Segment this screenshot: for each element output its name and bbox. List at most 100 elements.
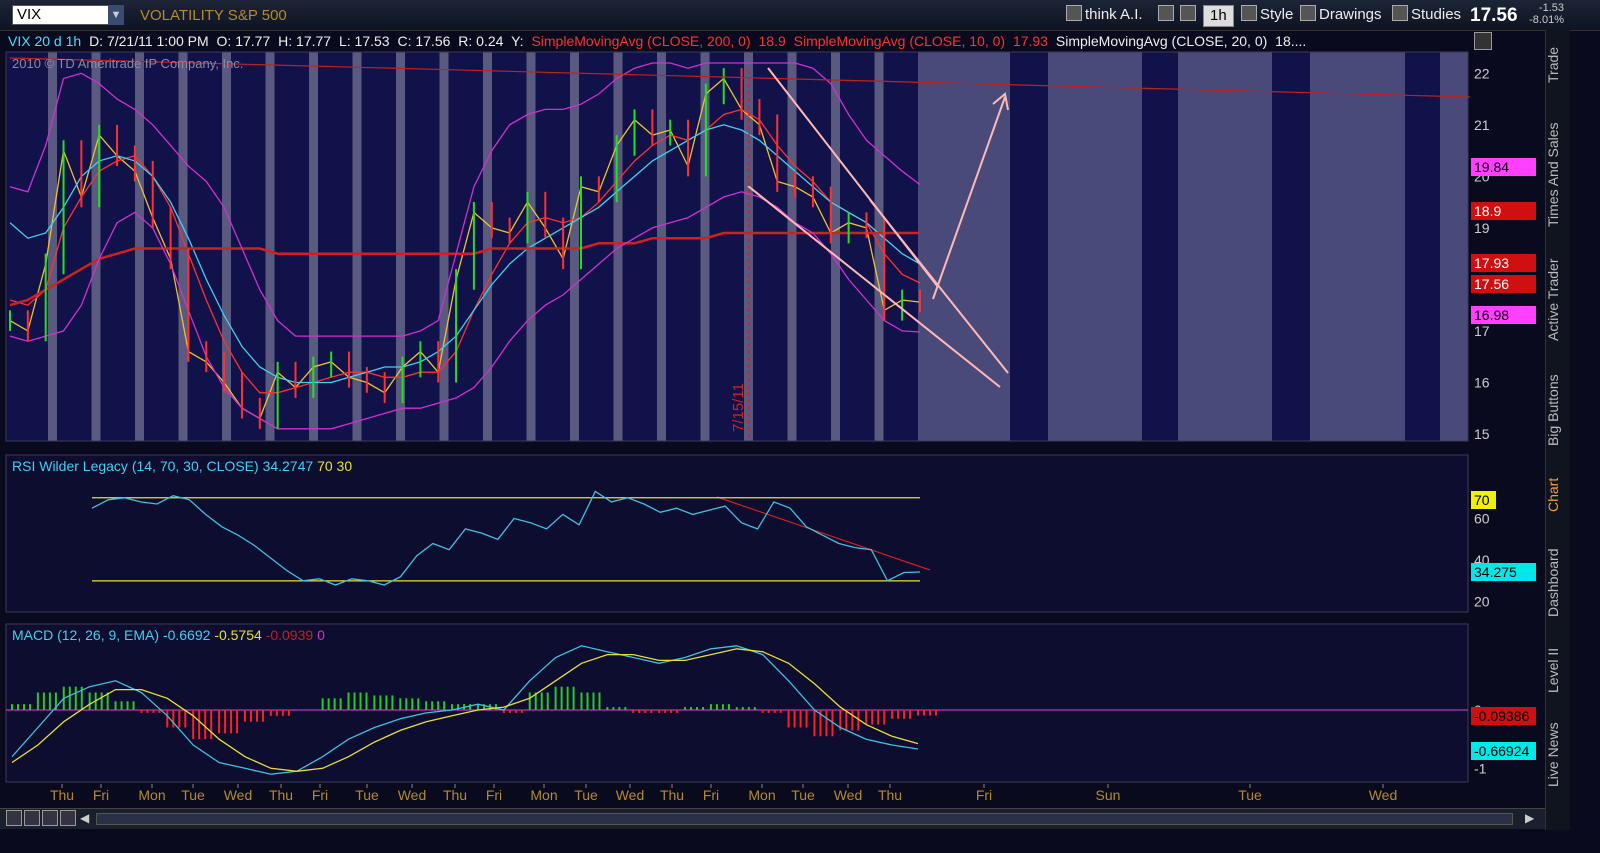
date-marker-label: 7/15/11 (730, 383, 747, 432)
style-button[interactable]: Style (1241, 5, 1293, 25)
chart-canvas: 1516171819202122 204060 0-1 ThuFriMonTue… (5, 51, 1490, 806)
expand-icon[interactable] (6, 810, 22, 826)
price-tick-label: 19 (1474, 220, 1490, 236)
rsi-ob-pill: 70 (1471, 491, 1496, 509)
x-tick-label: Thu (443, 787, 467, 803)
x-tick-label: Fri (93, 787, 109, 803)
macd-title: MACD (12, 26, 9, EMA) (12, 627, 160, 643)
session-stripe (91, 52, 101, 441)
x-tick-label: Fri (703, 787, 719, 803)
change-value: -1.53 (1538, 2, 1564, 14)
think-ai-button[interactable]: think A.I. (1066, 5, 1143, 25)
bb-upper-pill: 19.84 (1471, 158, 1536, 176)
x-tick-label: Mon (748, 787, 775, 803)
chart-settings-icon[interactable] (1474, 32, 1492, 50)
drawings-button[interactable]: Drawings (1300, 5, 1382, 25)
price-change: -1.53 -8.01% (1524, 2, 1564, 26)
info-high: H: 17.77 (278, 33, 332, 49)
sidebar-tab-level-ii[interactable]: Level II (1545, 640, 1569, 700)
x-tick-label: Mon (530, 787, 557, 803)
drawings-label: Drawings (1319, 6, 1382, 23)
think-label: think A.I. (1085, 6, 1143, 23)
x-tick-label: Wed (834, 787, 863, 803)
x-tick-label: Thu (269, 787, 293, 803)
rsi-pane-frame (5, 454, 1469, 613)
sidebar-tab-trade[interactable]: Trade (1545, 35, 1569, 95)
macd-value-pill: -0.66924 (1471, 742, 1536, 760)
crosshair-button[interactable] (1158, 5, 1177, 25)
future-session-block (1178, 52, 1272, 441)
x-tick-label: Fri (486, 787, 502, 803)
crosshair-icon (1158, 5, 1174, 21)
rsi-value-pill: 34.275 (1471, 563, 1536, 581)
sidebar-tab-active-trader[interactable]: Active Trader (1545, 250, 1569, 350)
macd-diff: -0.0939 (265, 627, 314, 643)
zoom-button[interactable] (1180, 5, 1199, 25)
chart-info-bar: VIX 20 d 1h D: 7/21/11 1:00 PM O: 17.77 … (8, 32, 1468, 50)
x-tick-label: Wed (616, 787, 645, 803)
rsi-tick-label: 20 (1474, 594, 1490, 610)
timeframe-button[interactable]: 1h (1203, 5, 1234, 27)
macd-title-bar: MACD (12, 26, 9, EMA) -0.6692 -0.5754 -0… (12, 627, 325, 643)
rsi-tick-label: 60 (1474, 511, 1490, 527)
price-tick-label: 16 (1474, 374, 1490, 390)
chart-label: VIX 20 d 1h (8, 33, 82, 49)
sma200-pill: 18.9 (1471, 202, 1536, 220)
studies-button[interactable]: Studies (1392, 5, 1461, 25)
sma20-value: 18.... (1275, 33, 1307, 49)
symbol-input[interactable]: VIX (12, 5, 110, 25)
studies-label: Studies (1411, 6, 1462, 23)
future-session-block (918, 52, 1010, 441)
sidebar-tab-live-news[interactable]: Live News (1545, 715, 1569, 795)
session-stripe (483, 52, 492, 441)
scroll-thumb[interactable] (96, 813, 1513, 825)
scroll-left-icon[interactable]: ◀ (80, 811, 89, 825)
sidebar-tab-times-and-sales[interactable]: Times And Sales (1545, 110, 1569, 240)
zoom-in-icon[interactable] (24, 810, 40, 826)
change-percent: -8.01% (1529, 14, 1564, 26)
scroll-right-icon[interactable]: ▶ (1525, 811, 1534, 825)
macd-value: -0.6692 (162, 627, 211, 643)
macd-diff-pill: -0.09386 (1471, 707, 1536, 725)
x-tick-label: Tue (355, 787, 379, 803)
future-session-block (1310, 52, 1405, 441)
symbol-dropdown-icon[interactable]: ▼ (108, 5, 124, 25)
price-tick-label: 21 (1474, 117, 1490, 133)
x-tick-label: Tue (1238, 787, 1262, 803)
sma200-label: SimpleMovingAvg (CLOSE, 200, 0) (531, 33, 751, 49)
sma10-value: 17.93 (1012, 33, 1048, 49)
sidebar-tab-big-buttons[interactable]: Big Buttons (1545, 365, 1569, 455)
x-tick-label: Wed (1369, 787, 1398, 803)
macd-zero: 0 (317, 627, 325, 643)
sma200-value: 18.9 (758, 33, 786, 49)
last-price: 17.56 (1470, 5, 1518, 26)
x-tick-label: Tue (574, 787, 598, 803)
info-open: O: 17.77 (216, 33, 271, 49)
x-tick-label: Wed (224, 787, 253, 803)
rsi-value: 34.2747 (262, 458, 314, 474)
session-stripe (396, 52, 405, 441)
rsi-ob-value: 70 (317, 458, 333, 474)
bb-lower-pill: 16.98 (1471, 306, 1536, 324)
sidebar-tab-chart[interactable]: Chart (1545, 470, 1569, 520)
style-icon (1241, 5, 1257, 21)
session-stripe (352, 52, 362, 441)
x-tick-label: Tue (791, 787, 815, 803)
copyright-text: 2010 © TD Ameritrade IP Company, Inc. (12, 56, 244, 71)
rsi-title-bar: RSI Wilder Legacy (14, 70, 30, CLOSE) 34… (12, 458, 352, 474)
last-pill: 17.56 (1471, 275, 1536, 293)
zoom-out-icon[interactable] (42, 810, 58, 826)
info-range: R: 0.24 (458, 33, 504, 49)
draw-tool-icon[interactable] (60, 810, 76, 826)
price-tick-label: 22 (1474, 65, 1490, 81)
x-tick-label: Sun (1096, 787, 1121, 803)
x-tick-label: Fri (976, 787, 992, 803)
macd-tick-label: -1 (1474, 760, 1487, 776)
rsi-title: RSI Wilder Legacy (14, 70, 30, CLOSE) (12, 458, 259, 474)
sidebar-tab-dashboard[interactable]: Dashboard (1545, 540, 1569, 625)
future-session-block (1048, 52, 1142, 441)
session-stripe (787, 52, 797, 441)
sma10-label: SimpleMovingAvg (CLOSE, 10, 0) (793, 33, 1006, 49)
zoom-icon (1180, 5, 1196, 21)
price-tick-label: 15 (1474, 426, 1490, 442)
